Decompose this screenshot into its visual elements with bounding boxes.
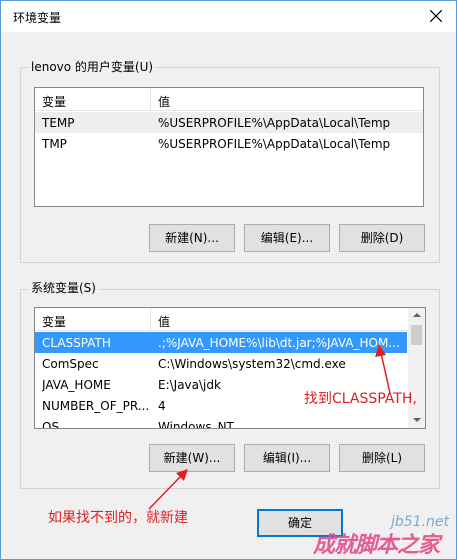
user-new-button[interactable]: 新建(N)...: [149, 224, 235, 252]
user-list-header: 变量 值: [35, 88, 423, 111]
variable-name: NUMBER_OF_PR...: [42, 399, 150, 413]
column-header-variable[interactable]: 变量: [42, 93, 66, 110]
list-item[interactable]: TEMP %USERPROFILE%\AppData\Local\Temp: [35, 112, 423, 133]
scroll-thumb[interactable]: [411, 325, 422, 345]
annotation-find-classpath: 找到CLASSPATH,: [304, 391, 417, 407]
system-list-header: 变量 值: [35, 308, 425, 331]
window-title: 环境变量: [13, 11, 62, 25]
annotation-create-if-missing: 如果找不到的，就新建: [48, 510, 188, 526]
column-header-value[interactable]: 值: [158, 313, 170, 330]
variable-name: ComSpec: [42, 357, 99, 371]
variable-name: JAVA_HOME: [42, 378, 111, 392]
watermark-brand: 成就脚本之家: [313, 533, 440, 558]
system-delete-button[interactable]: 删除(L): [339, 444, 425, 472]
title-bar: 环境变量: [1, 1, 456, 32]
variable-value: E:\Java\jdk: [158, 378, 221, 392]
scroll-down-icon[interactable]: [413, 418, 421, 422]
environment-variables-dialog: 环境变量 lenovo 的用户变量(U) 变量 值 TEMP %USERPROF…: [0, 0, 457, 560]
close-icon: [430, 10, 442, 22]
close-button[interactable]: [416, 1, 456, 32]
list-item[interactable]: TMP %USERPROFILE%\AppData\Local\Temp: [35, 133, 423, 154]
variable-value: 4: [158, 399, 166, 413]
variable-value: C:\Windows\system32\cmd.exe: [158, 357, 346, 371]
variable-name: OS: [42, 420, 60, 429]
scroll-up-icon[interactable]: [413, 313, 421, 317]
variable-value: %USERPROFILE%\AppData\Local\Temp: [158, 116, 391, 130]
system-variables-list[interactable]: 变量 值 CLASSPATH .;%JAVA_HOME%\lib\dt.jar;…: [34, 307, 426, 429]
system-new-button[interactable]: 新建(W)...: [149, 444, 235, 472]
system-edit-button[interactable]: 编辑(I)...: [244, 444, 330, 472]
user-edit-button[interactable]: 编辑(E)...: [244, 224, 330, 252]
variable-value: Windows_NT: [158, 420, 234, 429]
list-item[interactable]: OS Windows_NT: [35, 416, 407, 429]
list-item[interactable]: ComSpec C:\Windows\system32\cmd.exe: [35, 353, 407, 374]
user-variables-legend: lenovo 的用户变量(U): [28, 60, 157, 74]
column-header-variable[interactable]: 变量: [42, 313, 66, 330]
user-variables-list[interactable]: 变量 值 TEMP %USERPROFILE%\AppData\Local\Te…: [34, 87, 424, 207]
system-variables-legend: 系统变量(S): [28, 281, 99, 295]
variable-name: TEMP: [42, 116, 75, 130]
variable-name: TMP: [42, 137, 67, 151]
variable-value: %USERPROFILE%\AppData\Local\Temp: [158, 137, 391, 151]
variable-value: .;%JAVA_HOME%\lib\dt.jar;%JAVA_HOM...: [158, 336, 400, 350]
list-item-classpath[interactable]: CLASSPATH .;%JAVA_HOME%\lib\dt.jar;%JAVA…: [35, 332, 407, 353]
variable-name: CLASSPATH: [42, 336, 111, 350]
vertical-scrollbar[interactable]: [408, 308, 425, 428]
user-delete-button[interactable]: 删除(D): [339, 224, 425, 252]
column-header-value[interactable]: 值: [158, 93, 170, 110]
